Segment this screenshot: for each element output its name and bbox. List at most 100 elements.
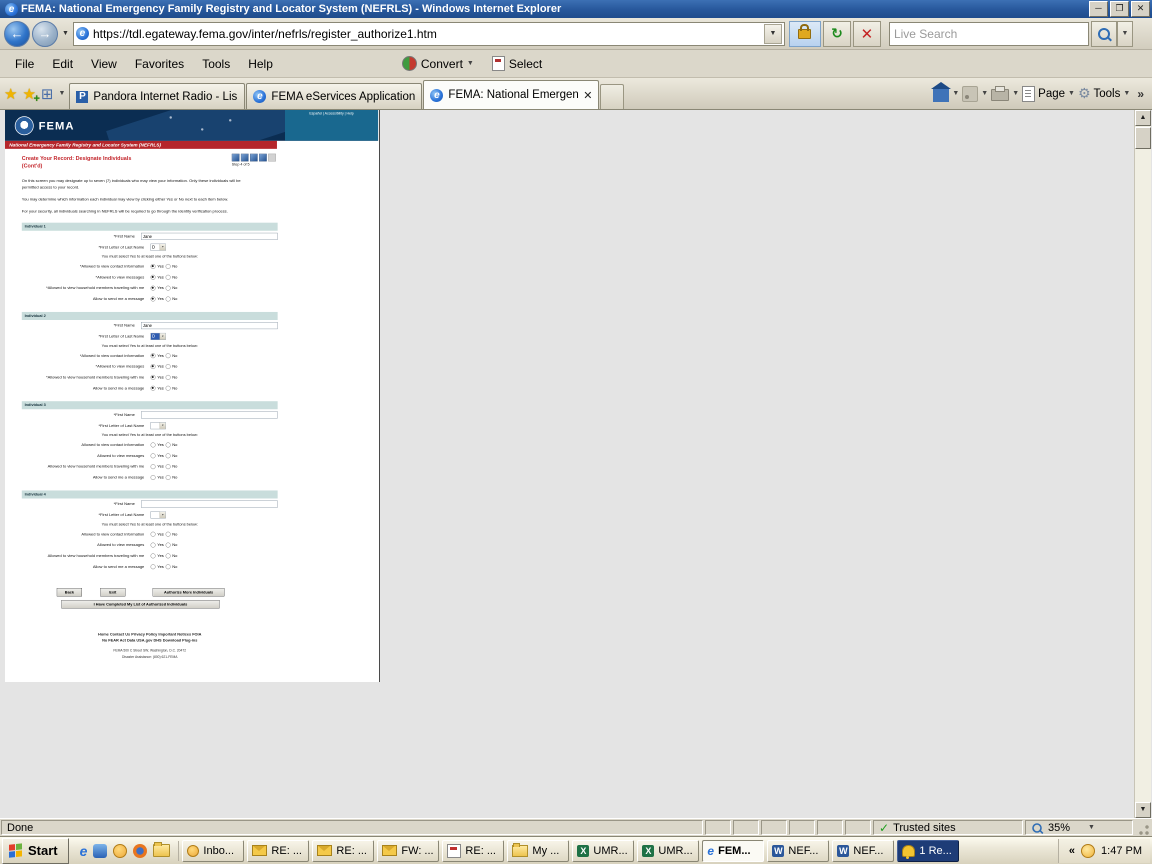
outlook-reminder-tray-icon[interactable] [1081,844,1095,858]
yes-radio[interactable] [151,453,156,458]
search-button[interactable] [1091,21,1117,47]
history-dropdown-icon[interactable]: ▼ [62,30,69,37]
taskbar-window-word[interactable]: WNEF... [832,840,894,862]
zoom-control[interactable]: 35% ▼ [1025,820,1133,835]
last-name-letter-select[interactable]: D▼ [151,244,166,251]
authorize-more-button[interactable]: Authorize More Individuals [153,588,225,596]
home-icon[interactable] [933,89,949,102]
footer-links-2[interactable]: No FEAR Act Data USA.gov DHS Download Pl… [22,638,278,644]
yes-radio[interactable] [151,475,156,480]
home-dropdown[interactable]: ▼ [952,90,959,97]
add-favorite-button[interactable]: ★ [22,85,35,103]
no-radio[interactable] [166,475,171,480]
taskbar-window-mail[interactable]: RE: ... [247,840,309,862]
tab-close-icon[interactable]: ✕ [583,89,592,102]
first-name-input[interactable] [141,233,278,240]
back-button[interactable]: ← [4,21,30,47]
yes-radio[interactable] [151,532,156,537]
new-tab-stub[interactable] [600,84,624,109]
app-quicklaunch-icon[interactable] [93,844,107,858]
taskbar-window-ie-active[interactable]: eFEM... [702,840,764,862]
no-radio[interactable] [166,453,171,458]
last-name-letter-select[interactable]: ▼ [151,422,166,429]
print-icon[interactable] [991,89,1009,101]
tab-pandora[interactable]: P Pandora Internet Radio - Lis... [69,83,245,109]
no-radio[interactable] [166,543,171,548]
no-radio[interactable] [166,375,171,380]
taskbar-window-folder[interactable]: My ... [507,840,569,862]
no-radio[interactable] [166,353,171,358]
page-menu-button[interactable]: Page [1038,88,1065,100]
taskbar-window-word[interactable]: WNEF... [767,840,829,862]
minimize-button[interactable]: ─ [1089,1,1108,17]
search-options-dropdown[interactable]: ▼ [1117,21,1133,47]
tray-chevron-button[interactable]: « [1069,845,1075,857]
back-page-button[interactable]: Back [57,588,82,596]
yes-radio[interactable] [151,296,156,301]
close-button[interactable]: ✕ [1131,1,1150,17]
yes-radio[interactable] [151,553,156,558]
menu-favorites[interactable]: Favorites [126,54,193,74]
folder-quicklaunch-icon[interactable] [153,844,170,857]
live-search-input[interactable]: Live Search [889,22,1089,46]
toolbar-overflow-button[interactable]: » [1137,87,1144,101]
vertical-scrollbar[interactable]: ▲ ▼ [1134,110,1151,818]
yes-radio[interactable] [151,275,156,280]
taskbar-window-reminder[interactable]: 1 Re... [897,840,959,862]
menu-edit[interactable]: Edit [43,54,82,74]
first-name-input[interactable] [141,322,278,329]
taskbar-window-mail[interactable]: RE: ... [442,840,504,862]
convert-button[interactable]: Convert ▼ [402,56,474,71]
refresh-button[interactable]: ↻ [823,21,851,47]
tab-fema-nefrls[interactable]: e FEMA: National Emergen... ✕ [423,80,599,109]
first-name-input[interactable] [141,501,278,508]
yes-radio[interactable] [151,286,156,291]
resize-grip[interactable] [1135,820,1151,835]
taskbar-window-excel[interactable]: XUMR... [572,840,634,862]
no-radio[interactable] [166,442,171,447]
exit-button[interactable]: Exit [100,588,125,596]
print-dropdown[interactable]: ▼ [1012,90,1019,97]
gear-icon[interactable]: ⚙ [1078,85,1091,102]
no-radio[interactable] [166,264,171,269]
no-radio[interactable] [166,275,171,280]
no-radio[interactable] [166,296,171,301]
yes-radio[interactable] [151,543,156,548]
address-input[interactable]: e https://tdl.egateway.fema.gov/inter/ne… [73,22,785,46]
yes-radio[interactable] [151,375,156,380]
forward-button[interactable]: → [32,21,58,47]
taskbar-window-inbox[interactable]: Inbo... [182,840,244,862]
yes-radio[interactable] [151,353,156,358]
page-menu-icon[interactable] [1022,86,1035,102]
first-name-input[interactable] [141,411,278,418]
no-radio[interactable] [166,464,171,469]
yes-radio[interactable] [151,264,156,269]
yes-radio[interactable] [151,464,156,469]
last-name-letter-select[interactable]: ▼ [151,511,166,518]
security-lock-button[interactable] [789,21,821,47]
feed-dropdown[interactable]: ▼ [981,90,988,97]
select-button[interactable]: Select [492,56,542,71]
no-radio[interactable] [166,364,171,369]
firefox-quicklaunch-icon[interactable] [133,844,147,858]
no-radio[interactable] [166,553,171,558]
menu-file[interactable]: File [6,54,43,74]
menu-help[interactable]: Help [239,54,282,74]
yes-radio[interactable] [151,442,156,447]
header-links[interactable]: Español | Accessibility | Help [285,112,378,116]
yes-radio[interactable] [151,564,156,569]
menu-view[interactable]: View [82,54,126,74]
yes-radio[interactable] [151,364,156,369]
scroll-up-icon[interactable]: ▲ [1135,110,1151,126]
tools-menu-button[interactable]: Tools [1094,88,1121,100]
tab-list-dropdown[interactable]: ▼ [58,90,65,97]
taskbar-window-mail[interactable]: RE: ... [312,840,374,862]
ie-quicklaunch-icon[interactable]: e [80,843,88,859]
quick-tabs-button[interactable]: ⊞ [41,85,54,103]
scroll-down-icon[interactable]: ▼ [1135,802,1151,818]
taskbar-window-excel[interactable]: XUMR... [637,840,699,862]
taskbar-window-mail[interactable]: FW: ... [377,840,439,862]
no-radio[interactable] [166,286,171,291]
yes-radio[interactable] [151,386,156,391]
favorites-center-button[interactable]: ★ [4,85,17,103]
